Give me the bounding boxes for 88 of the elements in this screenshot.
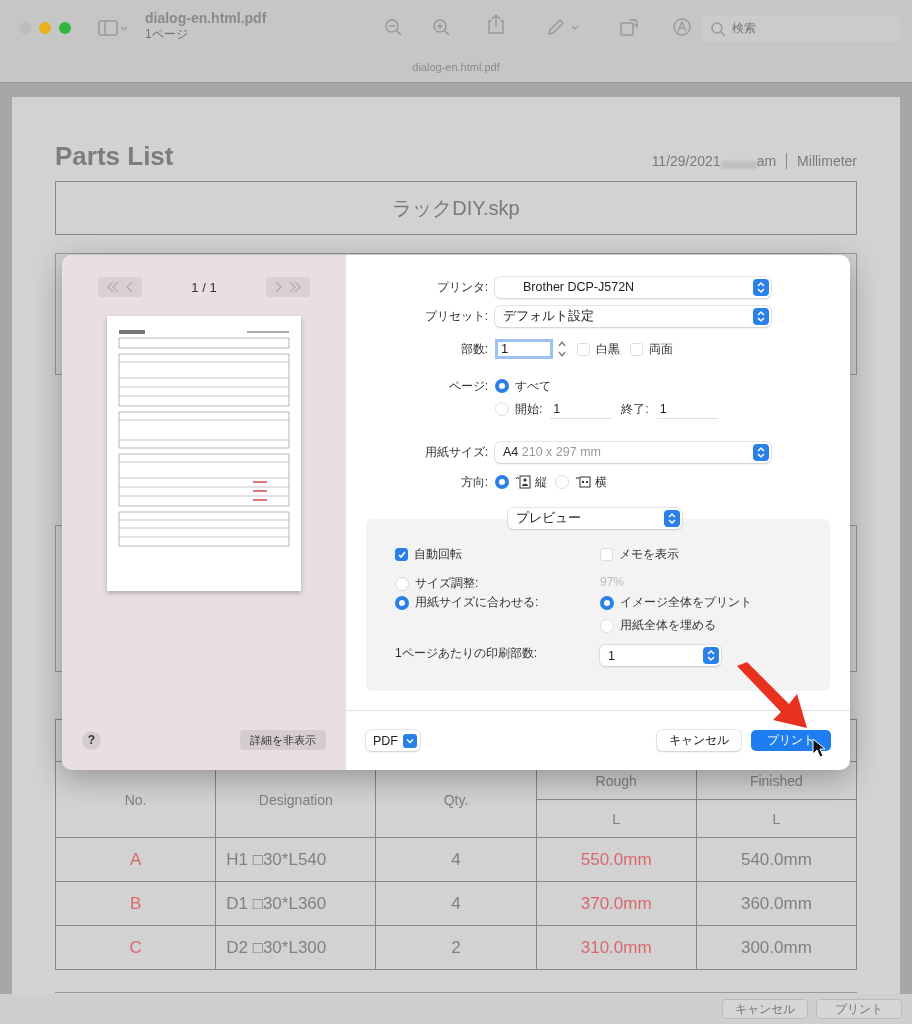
table-cell: 310.0mm [536, 925, 697, 970]
date-text: 11/29/2021 [651, 153, 721, 169]
chevrons-right-icon [273, 281, 303, 293]
radio-label: 開始: [515, 400, 543, 418]
field-label: 1ページあたりの印刷部数: [395, 645, 538, 662]
radio-label: イメージ全体をプリント [620, 594, 752, 611]
up-down-arrows-icon [703, 647, 719, 664]
units-text: Millimeter [797, 153, 857, 169]
chevron-down-icon [403, 733, 417, 748]
radio-button[interactable] [495, 379, 509, 393]
from-page-field[interactable]: 1 [550, 399, 612, 419]
section-popup[interactable]: プレビュー [508, 508, 682, 529]
checkbox-label: メモを表示 [619, 546, 679, 563]
previous-page-button[interactable] [98, 277, 142, 297]
up-down-arrows-icon [753, 278, 769, 296]
field-label: 方向: [459, 473, 488, 491]
table-cell: 540.0mm [696, 837, 857, 882]
table-cell: C [55, 925, 216, 970]
table-header: L [536, 799, 697, 838]
checkbox-label: 白黒 [596, 340, 620, 358]
table-cell: 300.0mm [696, 925, 857, 970]
window-title: dialog-en.html.pdf [145, 10, 267, 26]
stepper-icon[interactable] [557, 339, 567, 359]
pdf-menu-button[interactable]: PDF [366, 730, 420, 751]
cursor-icon [812, 738, 826, 758]
markup-icon[interactable] [673, 18, 691, 36]
table-cell: H1 □30*L540 [215, 837, 376, 882]
table-cell: 4 [375, 881, 537, 926]
share-icon[interactable] [488, 14, 504, 34]
search-placeholder: 検索 [732, 20, 756, 37]
table-cell: 2 [375, 925, 537, 970]
table-cell: 370.0mm [536, 881, 697, 926]
field-label: プリセット: [423, 307, 488, 325]
radio-button[interactable] [395, 595, 409, 610]
printer-popup[interactable]: Brother DCP-J572N [495, 276, 771, 298]
up-down-arrows-icon [664, 510, 680, 527]
radio-label: すべて [515, 377, 551, 395]
print-button[interactable]: プリント [751, 730, 831, 751]
paper-size-popup[interactable]: A4 210 x 297 mm [495, 441, 771, 463]
preset-popup[interactable]: デフォルト設定 [495, 305, 771, 327]
zoom-out-icon[interactable] [384, 18, 402, 36]
cancel-button[interactable]: キャンセル [657, 730, 741, 751]
radio-label: 用紙全体を埋める [620, 617, 716, 634]
minimize-button[interactable] [39, 22, 51, 34]
checkbox-label: 両面 [649, 340, 673, 358]
radio-label: サイズ調整: [415, 575, 479, 592]
hide-details-button[interactable]: 詳細を非表示 [240, 730, 326, 750]
table-cell: D2 □30*L300 [215, 925, 376, 970]
field-label: ページ: [447, 377, 488, 395]
copies-per-page-popup[interactable]: 1 [600, 645, 721, 666]
checkbox-label: 自動回転 [414, 546, 462, 563]
table-cell: 550.0mm [536, 837, 697, 882]
page-counter: 1 / 1 [191, 279, 217, 295]
zoom-button[interactable] [59, 22, 71, 34]
table-cell: B [55, 881, 216, 926]
time-suffix: am [756, 153, 777, 169]
portrait-icon [515, 475, 531, 489]
table-cell: 360.0mm [696, 881, 857, 926]
checkbox[interactable] [395, 548, 408, 561]
help-button[interactable]: ? [82, 730, 101, 750]
radio-button[interactable] [495, 475, 509, 489]
up-down-arrows-icon [753, 307, 769, 325]
page-count: 1ページ [145, 26, 189, 43]
table-header: L [696, 799, 857, 838]
radio-label: 縦 [535, 473, 547, 491]
chevrons-left-icon [105, 281, 135, 293]
table-cell: A [55, 837, 216, 882]
sidebar-icon[interactable] [98, 20, 128, 36]
field-label: 終了: [621, 400, 649, 418]
next-page-button[interactable] [266, 277, 310, 297]
document-title: Parts List [55, 141, 174, 172]
field-label: 用紙サイズ: [423, 443, 488, 461]
landscape-icon [575, 475, 591, 489]
up-down-arrows-icon [753, 443, 769, 461]
radio-label: 横 [595, 473, 607, 491]
rotate-icon[interactable] [620, 18, 638, 36]
radio-button[interactable] [600, 595, 614, 610]
table-cell: 4 [375, 837, 537, 882]
table-cell: D1 □30*L360 [215, 881, 376, 926]
radio-label: 用紙サイズに合わせる: [415, 594, 539, 611]
to-page-field[interactable]: 1 [656, 399, 718, 419]
pen-icon[interactable] [546, 18, 580, 36]
file-name: ラックDIY.skp [392, 195, 520, 221]
search-icon [710, 20, 726, 37]
copies-field[interactable]: 1 [495, 339, 553, 359]
field-label: 部数: [459, 340, 488, 358]
zoom-in-icon[interactable] [432, 18, 450, 36]
field-label: プリンタ: [435, 278, 488, 296]
